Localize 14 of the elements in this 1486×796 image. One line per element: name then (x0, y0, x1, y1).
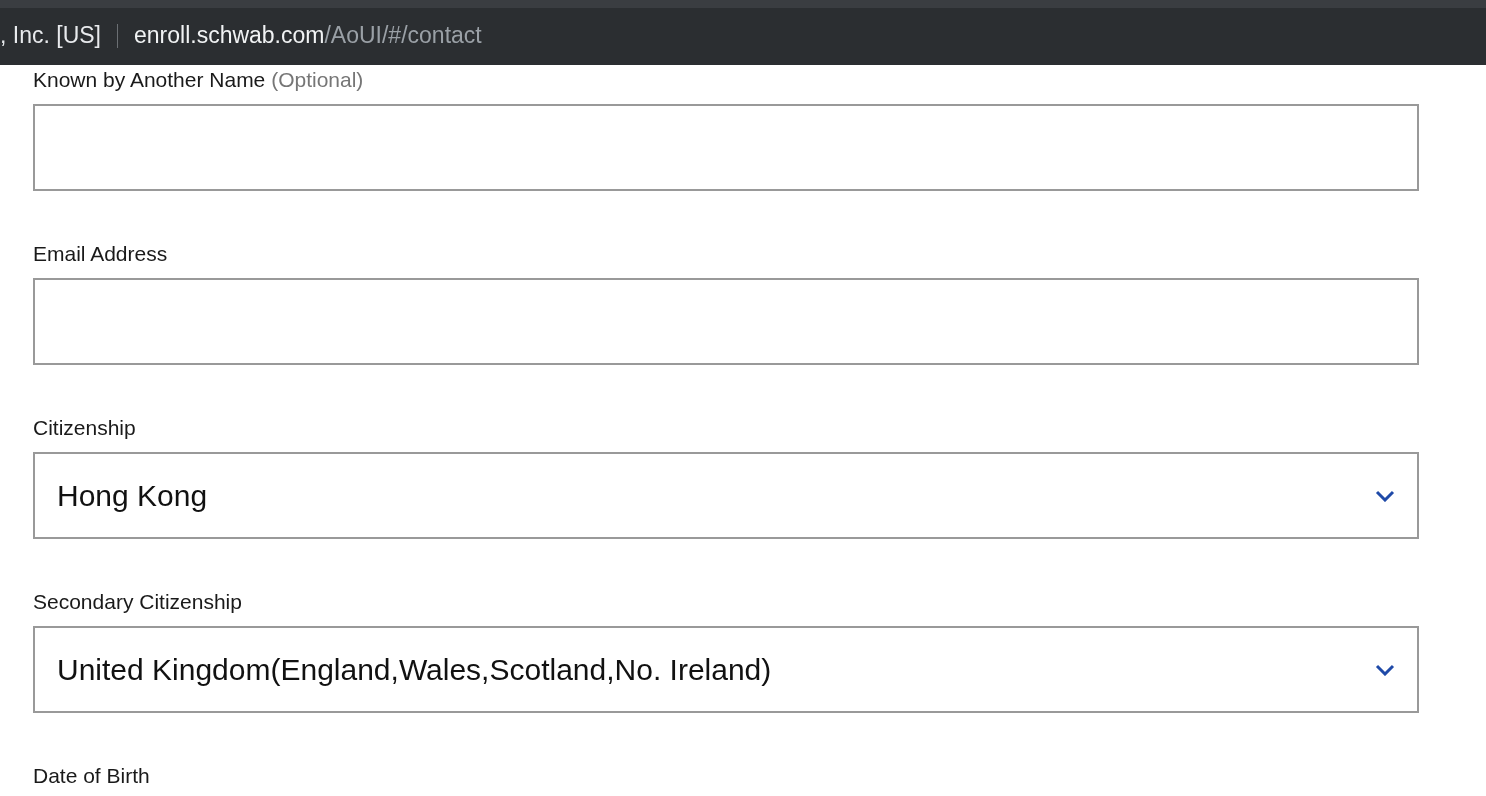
select-field[interactable]: United Kingdom(England,Wales,Scotland,No. Ireland) (33, 626, 1419, 713)
text-field[interactable] (33, 104, 1419, 191)
field-label: Citizenship (33, 415, 137, 441)
url-path[interactable]: /AoUI/#/contact (324, 22, 482, 49)
field-label: Date of Birth (33, 763, 151, 789)
chevron-down-icon (1375, 663, 1395, 676)
field-label: Email Address (33, 241, 169, 267)
chevron-down-icon (1375, 489, 1395, 502)
url-host[interactable]: enroll.schwab.com (134, 22, 325, 49)
select-field[interactable]: Hong Kong (33, 452, 1419, 539)
field-label: Secondary Citizenship (33, 589, 243, 615)
text-field[interactable] (33, 278, 1419, 365)
field-label: Known by Another Name (Optional) (33, 67, 365, 93)
site-identity: , Inc. [US] (0, 22, 101, 49)
